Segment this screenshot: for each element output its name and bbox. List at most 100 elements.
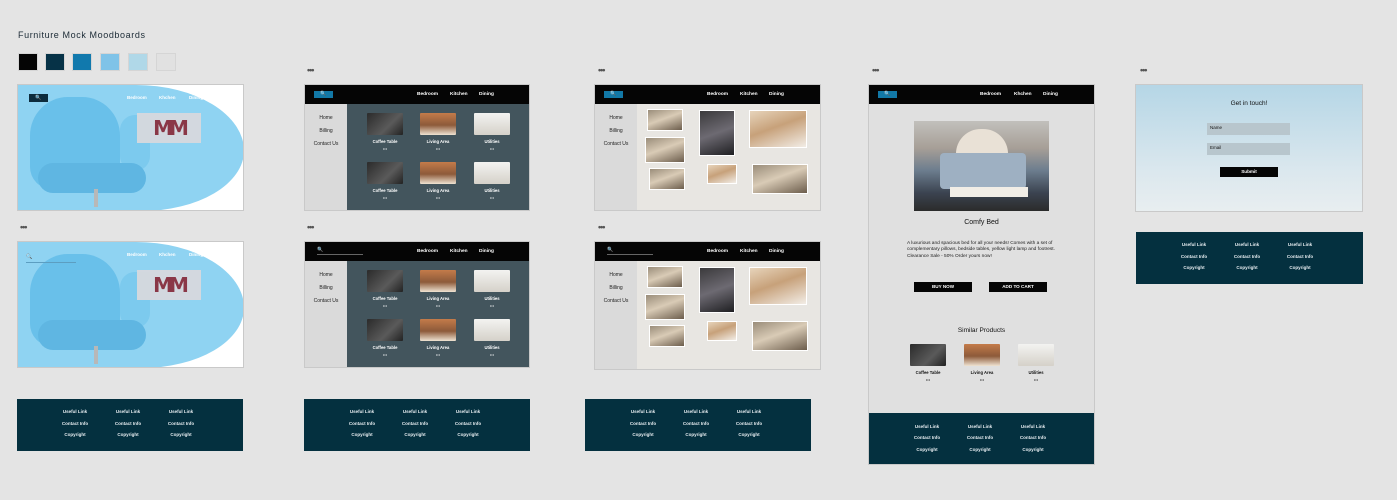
category-frame-2[interactable]: 🔍 Bedroom Kitchen Dining Home Billing Co…: [304, 241, 530, 368]
nav-bedroom[interactable]: Bedroom: [417, 249, 438, 254]
nav-dining[interactable]: Dining: [769, 249, 784, 254]
hero-frame-2[interactable]: 🔍 MM Bedroom Khchen Dining: [17, 241, 244, 368]
gallery-photo[interactable]: [707, 164, 737, 184]
nav-kitchen[interactable]: Khchen: [159, 252, 176, 257]
search-input[interactable]: 🔍: [607, 247, 653, 255]
sidebar-home[interactable]: Home: [305, 115, 347, 121]
search-input[interactable]: 🔍: [26, 254, 76, 263]
nav-bedroom[interactable]: Bedroom: [417, 92, 438, 97]
footer-link[interactable]: Useful Link: [960, 424, 1000, 429]
search-button[interactable]: 🔍: [604, 91, 623, 98]
footer-link[interactable]: Useful Link: [1174, 242, 1214, 247]
footer-contact[interactable]: Contact Info: [907, 435, 947, 440]
category-frame-1[interactable]: 🔍 Bedroom Kitchen Dining Home Billing Co…: [304, 84, 530, 211]
tile-living-area[interactable]: [420, 270, 456, 292]
nav-bedroom[interactable]: Bedroom: [707, 249, 728, 254]
nav-dining[interactable]: Dining: [189, 95, 203, 100]
gallery-photo[interactable]: [752, 321, 808, 351]
footer-link[interactable]: Useful Link: [161, 409, 201, 414]
frame-menu-icon[interactable]: •••: [307, 66, 315, 75]
footer-contact[interactable]: Contact Info: [55, 421, 95, 426]
swatch-navy[interactable]: [45, 53, 65, 71]
sidebar-contact[interactable]: Contact Us: [595, 298, 637, 304]
sidebar-home[interactable]: Home: [305, 272, 347, 278]
frame-menu-icon[interactable]: •••: [1140, 66, 1148, 75]
footer-contact[interactable]: Contact Info: [729, 421, 769, 426]
footer-link[interactable]: Useful Link: [1227, 242, 1267, 247]
footer-link[interactable]: Useful Link: [1013, 424, 1053, 429]
nav-kitchen[interactable]: Kitchen: [450, 92, 468, 97]
footer-contact[interactable]: Contact Info: [960, 435, 1000, 440]
footer-contact[interactable]: Contact Info: [623, 421, 663, 426]
tile-coffee-table[interactable]: [367, 270, 403, 292]
nav-bedroom[interactable]: Bedroom: [707, 92, 728, 97]
gallery-photo[interactable]: [752, 164, 808, 194]
gallery-photo[interactable]: [699, 267, 735, 313]
hero-frame-1[interactable]: 🔍 MM Bedroom Khchen Dining: [17, 84, 244, 211]
footer-link[interactable]: Useful Link: [395, 409, 435, 414]
frame-menu-icon[interactable]: •••: [20, 223, 28, 232]
product-frame[interactable]: 🔍 Bedroom Khchen Dining Comfy Bed A luxu…: [868, 84, 1095, 465]
footer-link[interactable]: Useful Link: [55, 409, 95, 414]
footer-contact[interactable]: Contact Info: [395, 421, 435, 426]
footer-link[interactable]: Useful Link: [342, 409, 382, 414]
footer-contact[interactable]: Contact Info: [342, 421, 382, 426]
gallery-photo[interactable]: [645, 137, 685, 163]
tile-coffee-table[interactable]: [367, 162, 403, 184]
tile-coffee-table[interactable]: [367, 113, 403, 135]
search-button[interactable]: 🔍: [29, 94, 48, 102]
footer-contact[interactable]: Contact Info: [108, 421, 148, 426]
nav-kitchen[interactable]: Kitchen: [740, 249, 758, 254]
gallery-photo[interactable]: [749, 110, 807, 148]
tile-living-area[interactable]: [420, 162, 456, 184]
similar-utilities[interactable]: [1018, 344, 1054, 366]
footer-contact[interactable]: Contact Info: [161, 421, 201, 426]
footer-contact[interactable]: Contact Info: [1174, 254, 1214, 259]
gallery-photo[interactable]: [645, 294, 685, 320]
footer-link[interactable]: Useful Link: [1280, 242, 1320, 247]
tile-utilities[interactable]: [474, 162, 510, 184]
similar-living-area[interactable]: [964, 344, 1000, 366]
email-field[interactable]: Email: [1207, 143, 1290, 155]
frame-menu-icon[interactable]: •••: [598, 66, 606, 75]
gallery-frame-2[interactable]: 🔍 Bedroom Kitchen Dining Home Billing Co…: [594, 241, 821, 370]
gallery-photo[interactable]: [749, 267, 807, 305]
sidebar-billing[interactable]: Billing: [305, 285, 347, 291]
footer-contact[interactable]: Contact Info: [676, 421, 716, 426]
nav-dining[interactable]: Dining: [479, 92, 494, 97]
sidebar-billing[interactable]: Billing: [595, 128, 637, 134]
tile-living-area[interactable]: [420, 319, 456, 341]
nav-bedroom[interactable]: Bedroom: [127, 252, 147, 257]
gallery-photo[interactable]: [649, 325, 685, 347]
frame-menu-icon[interactable]: •••: [872, 66, 880, 75]
nav-bedroom[interactable]: Bedroom: [980, 92, 1001, 97]
footer-link[interactable]: Useful Link: [729, 409, 769, 414]
swatch-blue[interactable]: [72, 53, 92, 71]
gallery-photo[interactable]: [647, 266, 683, 288]
gallery-photo[interactable]: [707, 321, 737, 341]
sidebar-contact[interactable]: Contact Us: [305, 141, 347, 147]
frame-menu-icon[interactable]: •••: [307, 223, 315, 232]
footer-contact[interactable]: Contact Info: [1280, 254, 1320, 259]
nav-dining[interactable]: Dining: [189, 252, 203, 257]
search-input[interactable]: 🔍: [317, 247, 363, 255]
nav-dining[interactable]: Dining: [479, 249, 494, 254]
contact-frame[interactable]: Get in touch! Name Email Submit: [1135, 84, 1363, 212]
footer-link[interactable]: Useful Link: [676, 409, 716, 414]
footer-link[interactable]: Useful Link: [907, 424, 947, 429]
gallery-photo[interactable]: [647, 109, 683, 131]
tile-utilities[interactable]: [474, 113, 510, 135]
search-button[interactable]: 🔍: [878, 91, 897, 98]
tile-utilities[interactable]: [474, 319, 510, 341]
search-button[interactable]: 🔍: [314, 91, 333, 98]
gallery-photo[interactable]: [699, 110, 735, 156]
nav-kitchen[interactable]: Khchen: [1014, 92, 1032, 97]
tile-coffee-table[interactable]: [367, 319, 403, 341]
nav-dining[interactable]: Dining: [1043, 92, 1058, 97]
sidebar-home[interactable]: Home: [595, 115, 637, 121]
similar-coffee-table[interactable]: [910, 344, 946, 366]
sidebar-contact[interactable]: Contact Us: [595, 141, 637, 147]
buy-now-button[interactable]: BUY NOW: [914, 282, 972, 292]
sidebar-billing[interactable]: Billing: [595, 285, 637, 291]
nav-kitchen[interactable]: Kitchen: [450, 249, 468, 254]
